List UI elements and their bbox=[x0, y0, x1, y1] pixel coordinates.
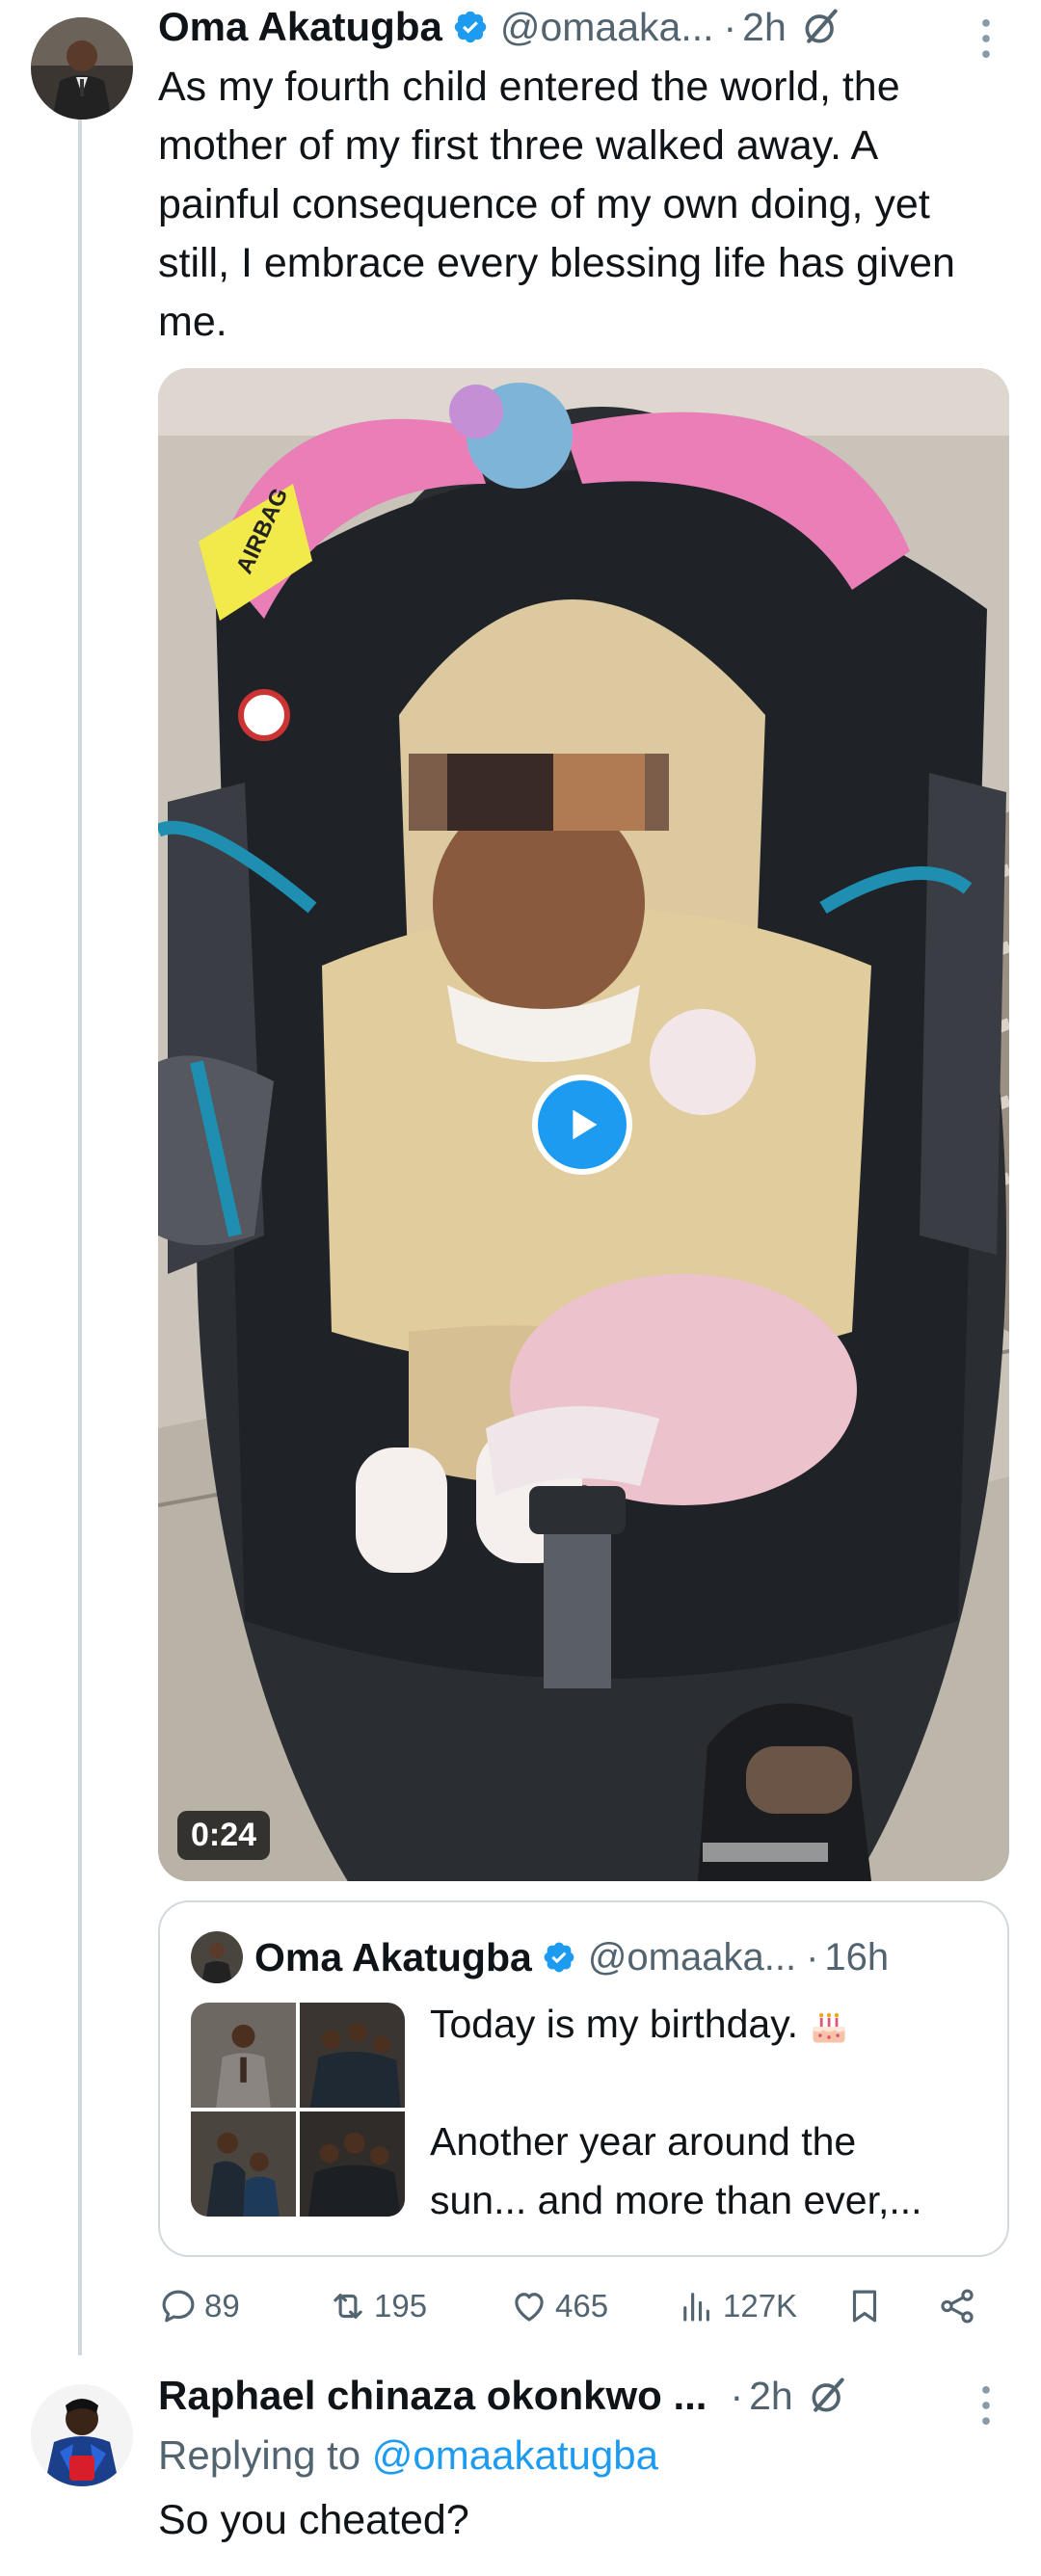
edit-slash-icon bbox=[805, 9, 838, 43]
repost-button[interactable]: 195 bbox=[328, 2286, 427, 2326]
quoted-line-2: Another year around the bbox=[430, 2119, 857, 2164]
quoted-tweet[interactable]: Oma Akatugba @omaaka... · 16h Today is m… bbox=[158, 1900, 1009, 2257]
quoted-author-handle: @omaaka... bbox=[587, 1935, 797, 1978]
tweet-timestamp[interactable]: 2h bbox=[742, 5, 787, 50]
reply-button[interactable]: 89 bbox=[158, 2286, 240, 2326]
views-bar-icon bbox=[683, 2293, 709, 2322]
quoted-photo-4 bbox=[300, 2111, 405, 2217]
repost-count: 195 bbox=[374, 2288, 428, 2324]
share-icon bbox=[941, 2289, 974, 2324]
verified-badge-icon bbox=[544, 1942, 574, 1973]
heart-icon bbox=[515, 2293, 544, 2322]
quoted-author-avatar bbox=[191, 1931, 243, 1983]
quoted-tweet-timestamp: 16h bbox=[824, 1935, 890, 1978]
tweet-action-bar: 89 195 465 127K bbox=[158, 2286, 1006, 2344]
edit-slash-icon bbox=[812, 2377, 844, 2412]
reply-text: So you cheated? bbox=[158, 2497, 469, 2543]
replying-prefix: Replying to bbox=[158, 2432, 361, 2478]
reply-author-name[interactable]: Raphael chinaza okonkwo ... bbox=[158, 2373, 707, 2419]
quoted-photo-3 bbox=[191, 2111, 296, 2217]
share-button[interactable] bbox=[937, 2286, 983, 2326]
quoted-photo-2 bbox=[300, 2003, 405, 2108]
reply-bubble-icon bbox=[162, 2290, 195, 2323]
separator-dot: · bbox=[806, 1935, 819, 1978]
video-player[interactable]: AIRBAG 0:24 bbox=[158, 368, 1009, 1881]
quoted-line-1: Today is my birthday. bbox=[430, 2002, 799, 2046]
view-count: 127K bbox=[723, 2288, 798, 2324]
reply-timestamp[interactable]: 2h bbox=[749, 2374, 793, 2419]
tweet-header: Oma Akatugba @omaaka... · 2h bbox=[158, 4, 842, 50]
reply-count: 89 bbox=[204, 2288, 240, 2324]
separator-dot: · bbox=[730, 2373, 744, 2418]
author-handle[interactable]: @omaaka... bbox=[500, 5, 714, 50]
birthday-cake-icon bbox=[813, 2013, 845, 2043]
tweet-text: As my fourth child entered the world, th… bbox=[158, 64, 955, 345]
quoted-tweet-photos[interactable] bbox=[191, 2003, 405, 2217]
separator-dot: · bbox=[723, 4, 737, 49]
more-vertical-icon[interactable] bbox=[976, 17, 996, 60]
like-count: 465 bbox=[555, 2288, 609, 2324]
replying-to: Replying to @omaakatugba bbox=[158, 2432, 658, 2479]
quoted-tweet-header: Oma Akatugba @omaaka... · 16h bbox=[191, 1931, 889, 1983]
quoted-tweet-text: Today is my birthday. Another year aroun… bbox=[430, 1995, 989, 2230]
bookmark-icon bbox=[852, 2290, 877, 2323]
more-vertical-icon[interactable] bbox=[976, 2384, 996, 2427]
reply-header: Raphael chinaza okonkwo ... · 2h bbox=[158, 2373, 849, 2419]
video-duration: 0:24 bbox=[177, 1811, 271, 1860]
reply-author-avatar[interactable] bbox=[31, 2384, 133, 2486]
author-avatar[interactable] bbox=[31, 17, 133, 120]
repost-icon bbox=[334, 2294, 362, 2319]
quoted-author-name: Oma Akatugba bbox=[254, 1934, 532, 1979]
play-icon bbox=[573, 1109, 598, 1140]
thread-connector-line bbox=[78, 120, 82, 2355]
play-button[interactable] bbox=[532, 1075, 632, 1175]
bookmark-button[interactable] bbox=[844, 2286, 891, 2326]
author-name[interactable]: Oma Akatugba bbox=[158, 4, 442, 50]
quoted-line-3: sun... and more than ever,... bbox=[430, 2178, 922, 2222]
like-button[interactable]: 465 bbox=[509, 2286, 608, 2326]
views-button[interactable]: 127K bbox=[677, 2286, 797, 2326]
replying-to-mention[interactable]: @omaakatugba bbox=[372, 2432, 658, 2478]
quoted-photo-1 bbox=[191, 2003, 296, 2108]
verified-badge-icon bbox=[454, 11, 487, 43]
